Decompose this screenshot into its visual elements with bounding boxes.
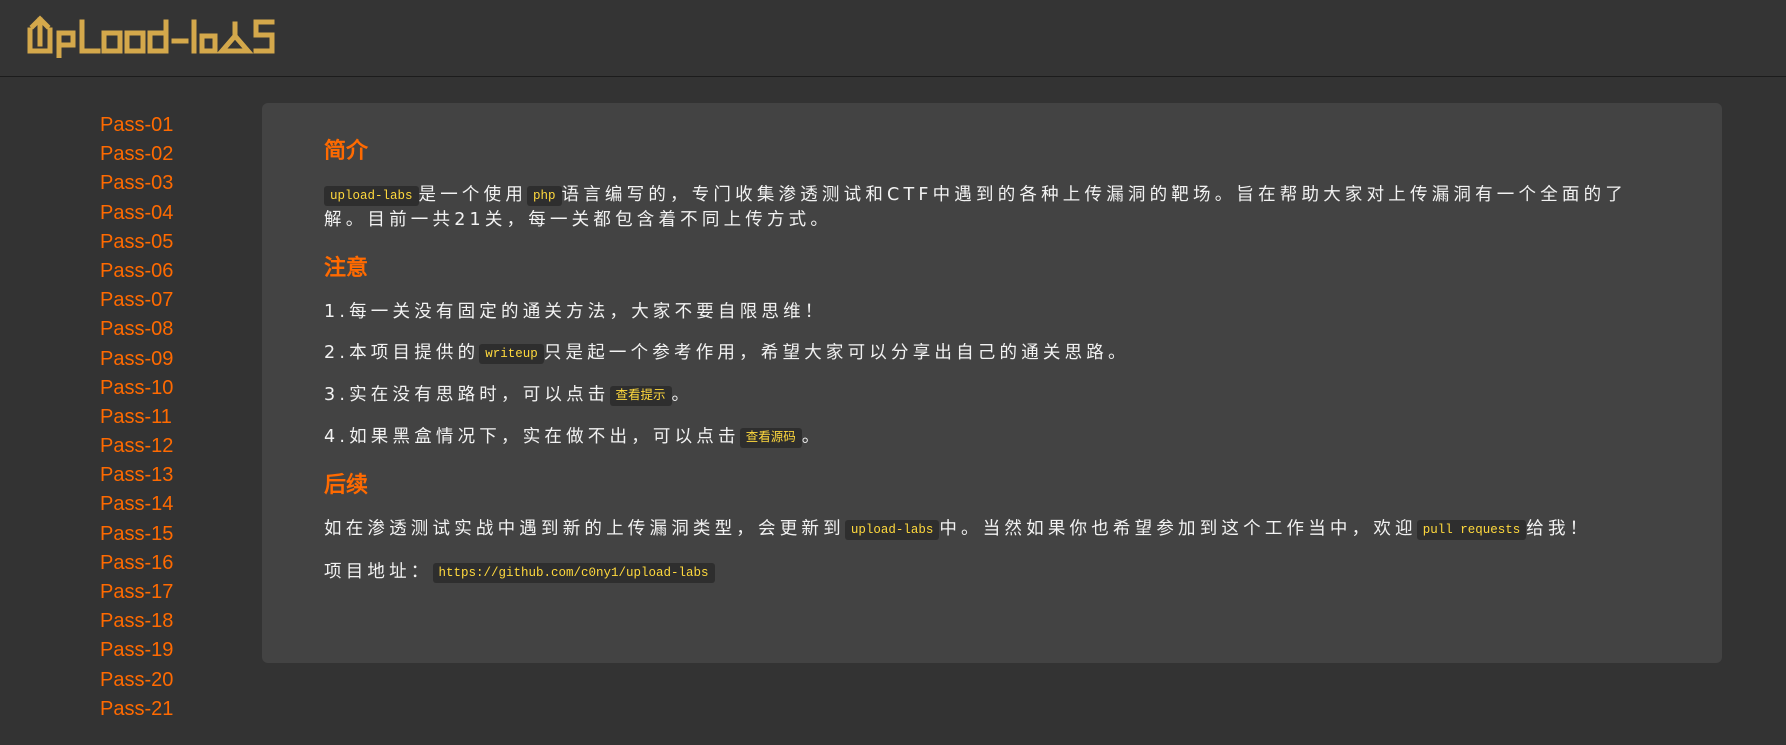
code-upload-labs: upload-labs xyxy=(324,186,419,206)
project-url-link[interactable]: https://github.com/c0ny1/upload-labs xyxy=(432,563,715,583)
followup-text-1: 如在渗透测试实战中遇到新的上传漏洞类型，会更新到 xyxy=(324,519,845,539)
note-1: 1.每一关没有固定的通关方法，大家不要自限思维！ xyxy=(324,302,827,322)
note-2-post: 只是起一个参考作用，希望大家可以分享出自己的通关思路。 xyxy=(543,343,1130,363)
note-3-post: 。 xyxy=(671,385,694,405)
main-content: 简介 upload-labs 是一个使用 php 语言编写的，专门收集渗透测试和CTF… xyxy=(324,133,1664,603)
project-address-label: 项目地址： xyxy=(324,562,433,582)
sidebar-item-pass-21[interactable]: Pass-21 xyxy=(100,695,260,724)
note-4: 4.如果黑盒情况下，实在做不出，可以点击 查看源码。 xyxy=(324,425,1664,450)
sidebar-item-pass-09[interactable]: Pass-09 xyxy=(100,345,260,374)
followup-text-3: 给我！ xyxy=(1526,519,1592,539)
sidebar-item-pass-03[interactable]: Pass-03 xyxy=(100,169,260,198)
sidebar-item-pass-18[interactable]: Pass-18 xyxy=(100,607,260,636)
followup-heading: 后续 xyxy=(324,473,369,498)
followup-text-2: 中。当然如果你也希望参加到这个工作当中，欢迎 xyxy=(939,519,1417,539)
note-2-pre: 2.本项目提供的 xyxy=(324,343,480,363)
note-4-pre: 4.如果黑盒情况下，实在做不出，可以点击 xyxy=(324,427,740,447)
notes-heading: 注意 xyxy=(324,256,369,281)
followup-paragraph: 如在渗透测试实战中遇到新的上传漏洞类型，会更新到 upload-labs 中。当然如… xyxy=(324,517,1664,542)
sidebar-item-pass-20[interactable]: Pass-20 xyxy=(100,666,260,695)
logo-text: UpLoad-labS xyxy=(26,10,27,11)
sidebar-item-pass-19[interactable]: Pass-19 xyxy=(100,636,260,665)
sidebar-item-pass-05[interactable]: Pass-05 xyxy=(100,228,260,257)
note-4-post: 。 xyxy=(801,427,824,447)
sidebar-item-pass-17[interactable]: Pass-17 xyxy=(100,578,260,607)
top-header: UpLoad-labS xyxy=(0,0,1786,77)
intro-text-1: 是一个使用 xyxy=(418,185,528,205)
code-php: php xyxy=(527,186,562,206)
view-source-button[interactable]: 查看源码 xyxy=(739,428,802,448)
code-upload-labs-2: upload-labs xyxy=(844,520,940,540)
sidebar-item-pass-08[interactable]: Pass-08 xyxy=(100,315,260,344)
sidebar-item-pass-06[interactable]: Pass-06 xyxy=(100,257,260,286)
intro-heading: 简介 xyxy=(324,139,369,164)
sidebar-item-pass-16[interactable]: Pass-16 xyxy=(100,549,260,578)
sidebar-item-pass-12[interactable]: Pass-12 xyxy=(100,432,260,461)
sidebar-pass-list: Pass-01 Pass-02 Pass-03 Pass-04 Pass-05 Pass-… xyxy=(100,111,260,724)
sidebar-item-pass-13[interactable]: Pass-13 xyxy=(100,461,260,490)
sidebar-item-pass-02[interactable]: Pass-02 xyxy=(100,140,260,169)
intro-paragraph: upload-labs 是一个使用 php 语言编写的，专门收集渗透测试和CTF中遇到… xyxy=(324,183,1664,232)
sidebar-item-pass-04[interactable]: Pass-04 xyxy=(100,199,260,228)
sidebar-item-pass-11[interactable]: Pass-11 xyxy=(100,403,260,432)
note-3: 3.实在没有思路时，可以点击 查看提示。 xyxy=(324,383,1664,408)
sidebar-item-pass-10[interactable]: Pass-10 xyxy=(100,374,260,403)
main-card: 简介 upload-labs 是一个使用 php 语言编写的，专门收集渗透测试和CTF… xyxy=(262,103,1722,663)
sidebar-item-pass-15[interactable]: Pass-15 xyxy=(100,520,260,549)
sidebar-item-pass-14[interactable]: Pass-14 xyxy=(100,490,260,519)
sidebar-item-pass-07[interactable]: Pass-07 xyxy=(100,286,260,315)
sidebar-item-pass-01[interactable]: Pass-01 xyxy=(100,111,260,140)
note-2: 2.本项目提供的 writeup 只是起一个参考作用，希望大家可以分享出自己的通关思… xyxy=(324,341,1664,366)
logo-graphic xyxy=(27,15,275,58)
code-writeup: writeup xyxy=(479,344,544,364)
note-3-pre: 3.实在没有思路时，可以点击 xyxy=(324,385,610,405)
site-logo[interactable]: UpLoad-labS xyxy=(26,10,276,62)
view-hint-button[interactable]: 查看提示 xyxy=(609,386,672,406)
project-address: 项目地址： https://github.com/c0ny1/upload-lab… xyxy=(324,560,1664,585)
code-pull-requests: pull requests xyxy=(1416,520,1527,540)
